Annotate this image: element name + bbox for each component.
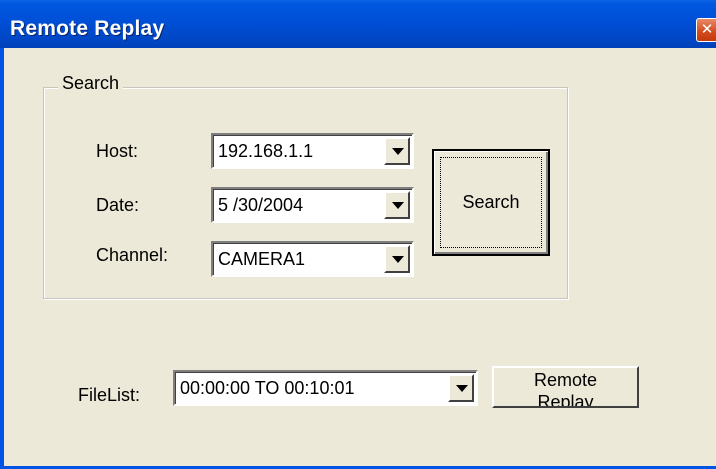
host-value: 192.168.1.1 [218,141,314,161]
filelist-combobox[interactable]: 00:00:00 TO 00:10:01 [173,370,478,406]
channel-combobox[interactable]: CAMERA1 [211,241,414,277]
channel-value: CAMERA1 [218,249,306,269]
remote-replay-button[interactable]: Remote Replay [492,366,639,408]
remote-replay-button-label: Remote Replay [494,369,637,408]
search-button-label: Search [462,192,520,212]
host-combobox[interactable]: 192.168.1.1 [211,133,414,169]
filelist-value: 00:00:00 TO 00:10:01 [180,378,355,398]
host-label: Host: [96,141,139,161]
chevron-down-icon[interactable] [448,374,474,402]
close-icon: ✕ [700,20,714,38]
filelist-label: FileList: [78,385,141,405]
chevron-down-icon[interactable] [384,245,410,273]
close-button[interactable]: ✕ [696,18,716,42]
remote-replay-label-line1: Remote [533,370,598,390]
title-bar[interactable]: Remote Replay ✕ [0,0,716,48]
remote-replay-window: Remote Replay ✕ Search Host: 192.168.1.1… [0,0,716,469]
chevron-down-icon[interactable] [384,137,410,165]
date-value: 5 /30/2004 [218,195,304,215]
chevron-down-icon[interactable] [384,191,410,219]
window-title: Remote Replay [10,17,165,40]
channel-label: Channel: [96,245,169,265]
window-left-border [0,48,4,469]
date-picker[interactable]: 5 /30/2004 [211,187,414,223]
date-label: Date: [96,195,140,215]
remote-replay-label-line2: Replay [537,392,594,408]
search-group-label: Search [58,73,124,94]
search-button[interactable]: Search [432,149,550,256]
